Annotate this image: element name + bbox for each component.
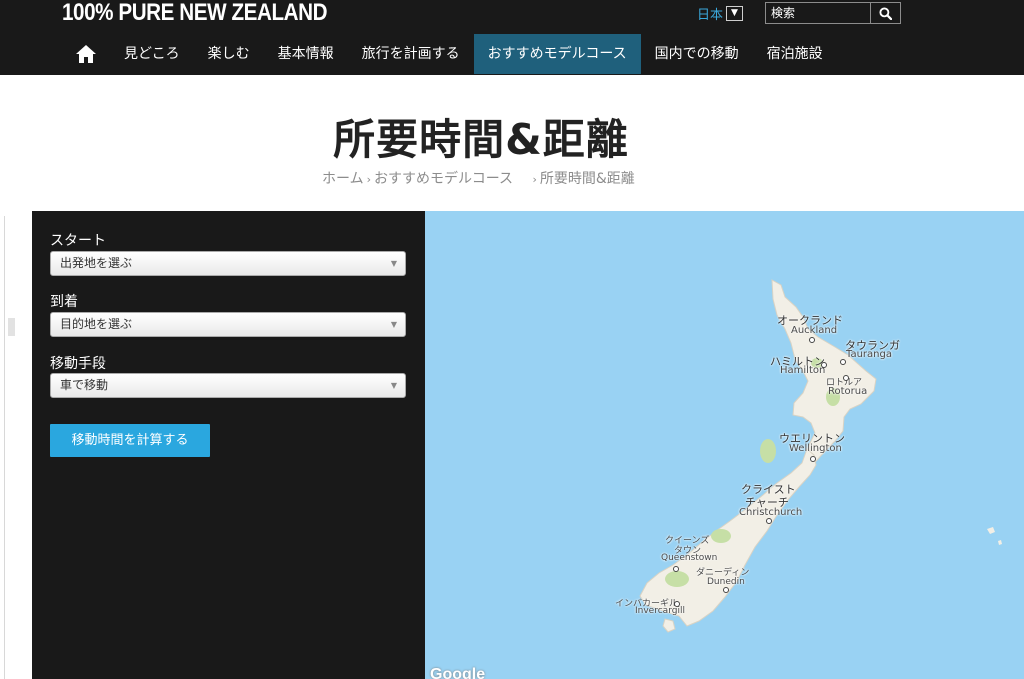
- language-label[interactable]: 日本: [697, 4, 723, 23]
- destination-select[interactable]: 目的地を選ぶ ▼: [50, 312, 406, 337]
- city-marker-tauranga[interactable]: [840, 359, 846, 365]
- city-marker-queenstown[interactable]: [673, 566, 679, 572]
- chevron-down-icon: ▼: [390, 381, 397, 390]
- map-label-wellington: Wellington: [789, 443, 842, 454]
- stewart-island: [662, 618, 676, 633]
- page-title: 所要時間&距離: [333, 115, 629, 164]
- breadcrumb: ホーム › おすすめモデルコース › 所要時間&距離: [322, 168, 635, 188]
- city-marker-rotorua[interactable]: [843, 375, 849, 381]
- chevron-down-icon: ▼: [390, 259, 397, 268]
- calculate-time-button[interactable]: 移動時間を計算する: [50, 424, 210, 457]
- google-attribution[interactable]: Google: [430, 666, 485, 679]
- city-marker-dunedin[interactable]: [723, 587, 729, 593]
- new-zealand-map[interactable]: オークランド Auckland タウランガ Tauranga ハミルトン Ham…: [425, 211, 1024, 679]
- park-area: [760, 439, 776, 463]
- home-icon: [76, 45, 96, 63]
- map-label-dunedin: Dunedin: [707, 577, 745, 587]
- map-label-auckland: Auckland: [791, 325, 838, 336]
- park-area: [665, 571, 689, 587]
- map-label-queenstown: Queenstown: [661, 553, 718, 563]
- scroll-handle[interactable]: [8, 318, 15, 336]
- city-marker-auckland[interactable]: [809, 337, 815, 343]
- nav-item-basic-info[interactable]: 基本情報: [264, 34, 348, 74]
- transport-mode-value: 車で移動: [60, 378, 109, 392]
- nav-item-activities[interactable]: 楽しむ: [194, 34, 264, 74]
- city-marker-invercargill[interactable]: [674, 601, 680, 607]
- map-label-invercargill: Invercargill: [635, 606, 685, 616]
- search-button[interactable]: [870, 3, 900, 23]
- nav-item-accommodation[interactable]: 宿泊施設: [753, 34, 837, 74]
- nav-home-button[interactable]: [62, 34, 110, 74]
- transport-mode-select[interactable]: 車で移動 ▼: [50, 373, 406, 398]
- start-label: スタート: [50, 233, 106, 249]
- breadcrumb-home[interactable]: ホーム: [322, 171, 364, 187]
- destination-select-value: 目的地を選ぶ: [60, 317, 133, 331]
- map-label-rotorua: Rotorua: [828, 386, 868, 397]
- city-marker-christchurch[interactable]: [766, 518, 772, 524]
- search-icon: [879, 6, 892, 20]
- breadcrumb-model-courses[interactable]: おすすめモデルコース: [374, 171, 513, 187]
- chevron-down-icon: ▼: [390, 320, 397, 329]
- nav-item-sightseeing[interactable]: 見どころ: [110, 34, 194, 74]
- language-selector[interactable]: 日本 ▼: [697, 3, 744, 23]
- site-logo[interactable]: 100% PURE NEW ZEALAND: [62, 0, 327, 26]
- search-box: [765, 2, 901, 24]
- destination-label: 到着: [50, 294, 78, 310]
- start-select[interactable]: 出発地を選ぶ ▼: [50, 251, 406, 276]
- nav-item-model-courses[interactable]: おすすめモデルコース: [473, 34, 641, 74]
- park-area: [711, 529, 731, 543]
- chatham-islands: [987, 527, 1002, 545]
- route-calculator-panel: スタート 出発地を選ぶ ▼ 到着 目的地を選ぶ ▼ 移動手段 車で移動 ▼ 移動…: [32, 211, 425, 679]
- map-label-christchurch: Christchurch: [739, 507, 803, 518]
- nav-item-plan-trip[interactable]: 旅行を計画する: [348, 34, 474, 74]
- map-label-tauranga: Tauranga: [846, 349, 892, 360]
- nav-item-domestic-travel[interactable]: 国内での移動: [641, 34, 753, 74]
- breadcrumb-separator: ›: [366, 173, 371, 186]
- breadcrumb-separator: ›: [532, 173, 537, 186]
- city-marker-hamilton[interactable]: [821, 362, 827, 368]
- map-label-hamilton: Hamilton: [780, 365, 826, 376]
- top-bar: 100% PURE NEW ZEALAND 日本 ▼ 見どころ 楽しむ 基本情報…: [0, 0, 1024, 75]
- city-marker-wellington[interactable]: [810, 456, 816, 462]
- map-land: [639, 279, 1002, 633]
- page-divider: [4, 216, 5, 679]
- main-nav: 見どころ 楽しむ 基本情報 旅行を計画する おすすめモデルコース 国内での移動 …: [62, 34, 837, 74]
- search-input[interactable]: [766, 3, 870, 23]
- breadcrumb-current: 所要時間&距離: [539, 171, 635, 187]
- transport-mode-label: 移動手段: [50, 356, 106, 372]
- start-select-value: 出発地を選ぶ: [60, 256, 133, 270]
- chevron-down-icon[interactable]: ▼: [726, 5, 744, 21]
